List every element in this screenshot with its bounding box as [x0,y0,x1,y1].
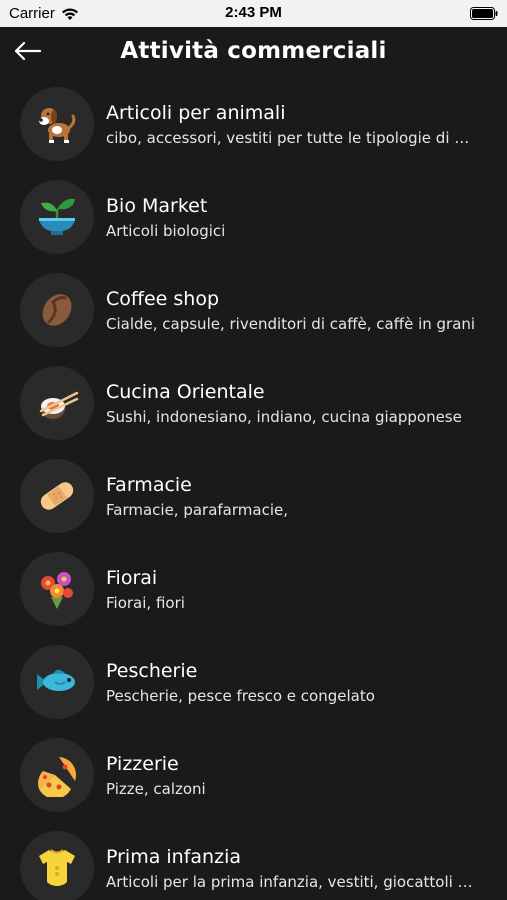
item-title: Articoli per animali [106,102,286,124]
item-subtitle: cibo, accessori, vestiti per tutte le ti… [106,129,476,147]
item-subtitle: Articoli per la prima infanzia, vestiti,… [106,873,476,891]
item-title: Coffee shop [106,288,220,310]
item-title: Cucina Orientale [106,381,265,403]
item-subtitle: Sushi, indonesiano, indiano, cucina giap… [106,408,462,426]
item-subtitle: Pescherie, pesce fresco e congelato [106,687,375,705]
status-bar: Carrier 2:43 PM [0,0,507,27]
icon-container [20,552,94,626]
icon-container [20,366,94,440]
item-title: Pizzerie [106,753,179,775]
item-title: Fiorai [106,567,158,589]
flowers-icon [41,572,73,609]
status-time: 2:43 PM [225,4,282,21]
dog-icon [39,108,76,143]
icon-container [20,87,94,161]
header: Attività commerciali [0,27,507,79]
icon-container [20,738,94,812]
list-item-bio-market[interactable]: Bio Market Articoli biologici [0,172,507,265]
item-title: Prima infanzia [106,846,241,868]
icon-container [20,459,94,533]
category-list: Articoli per animali cibo, accessori, ve… [0,79,507,900]
screen: Carrier 2:43 PM Attività commerciali Art… [0,0,507,900]
item-title: Farmacie [106,474,192,496]
item-subtitle: Cialde, capsule, rivenditori di caffè, c… [106,315,476,333]
list-item-cucina-orientale[interactable]: Cucina Orientale Sushi, indonesiano, ind… [0,358,507,451]
coffee-bean-icon [42,294,72,326]
list-item-pescherie[interactable]: Pescherie Pescherie, pesce fresco e cong… [0,637,507,730]
item-title: Bio Market [106,195,208,217]
icon-container [20,180,94,254]
plant-bowl-icon [39,198,75,235]
fish-icon [37,669,75,691]
icon-container [20,645,94,719]
sushi-icon [39,391,79,419]
battery-icon [470,7,498,20]
page-title: Attività commerciali [120,38,387,64]
bandage-icon [40,482,74,510]
list-item-articoli-per-animali[interactable]: Articoli per animali cibo, accessori, ve… [0,79,507,172]
item-subtitle: Farmacie, parafarmacie, [106,501,288,519]
item-subtitle: Articoli biologici [106,222,226,240]
list-item-pizzerie[interactable]: Pizzerie Pizze, calzoni [0,730,507,823]
baby-bodysuit-icon [39,849,75,886]
pizza-icon [38,757,77,797]
item-subtitle: Fiorai, fiori [106,594,185,612]
list-item-farmacie[interactable]: Farmacie Farmacie, parafarmacie, [0,451,507,544]
item-subtitle: Pizze, calzoni [106,780,206,798]
item-title: Pescherie [106,660,198,682]
list-item-prima-infanzia[interactable]: Prima infanzia Articoli per la prima inf… [0,823,507,900]
list-item-fiorai[interactable]: Fiorai Fiorai, fiori [0,544,507,637]
icon-container [20,273,94,347]
icon-container [20,831,94,900]
list-item-coffee-shop[interactable]: Coffee shop Cialde, capsule, rivenditori… [0,265,507,358]
